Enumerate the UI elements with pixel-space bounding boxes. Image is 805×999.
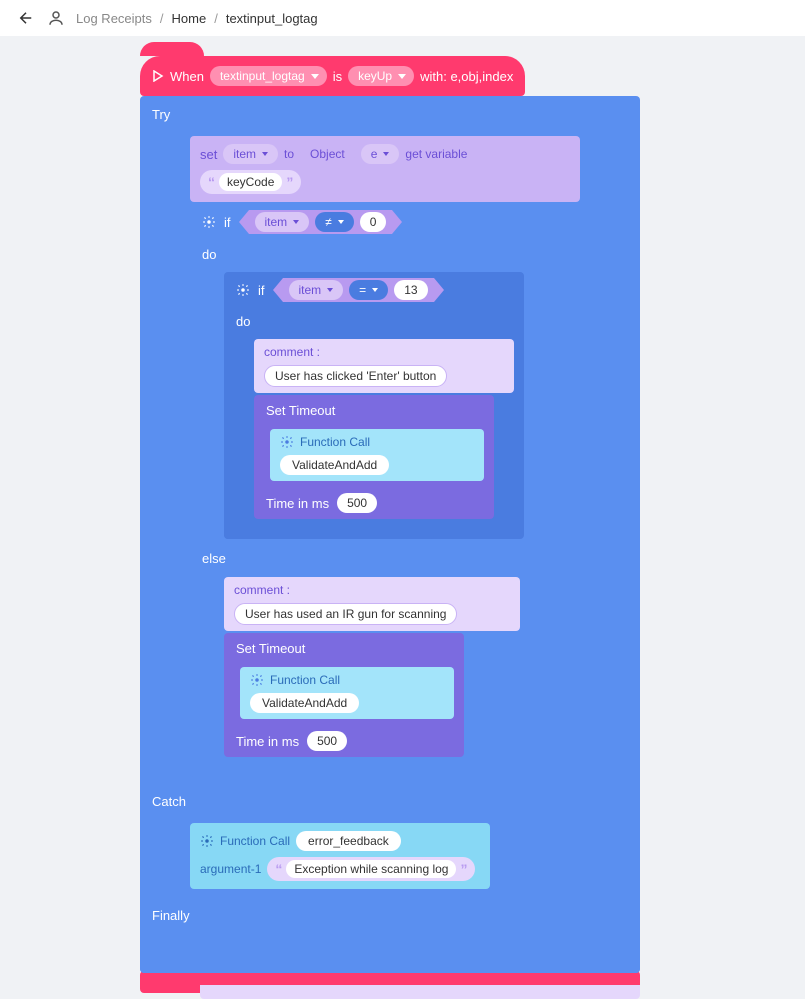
comment-label: comment : xyxy=(264,345,320,359)
time-in-ms-label: Time in ms xyxy=(236,734,299,749)
caret-down-icon xyxy=(338,220,344,224)
gear-icon[interactable] xyxy=(236,283,250,297)
comment-text[interactable]: User has clicked 'Enter' button xyxy=(264,365,447,387)
value-input[interactable]: 0 xyxy=(360,212,387,232)
item-dropdown[interactable]: item xyxy=(223,144,278,164)
set-block[interactable]: set item to Object e get variable “keyCo… xyxy=(190,136,580,202)
widget-dropdown[interactable]: textinput_logtag xyxy=(210,66,327,86)
item-dropdown[interactable]: item xyxy=(289,280,344,300)
set-timeout-label: Set Timeout xyxy=(266,403,335,418)
keycode-string[interactable]: “keyCode” xyxy=(200,170,301,194)
quote-icon: ” xyxy=(286,174,293,190)
if-label: if xyxy=(224,215,231,230)
function-call-block[interactable]: Function Call ValidateAndAdd xyxy=(240,667,454,719)
quote-icon: ” xyxy=(460,861,467,877)
gear-icon[interactable] xyxy=(200,834,214,848)
set-timeout-block[interactable]: Set Timeout Function Call ValidateAndAdd… xyxy=(224,633,464,757)
ms-input[interactable]: 500 xyxy=(337,493,377,513)
finally-label: Finally xyxy=(152,908,190,923)
gear-icon[interactable] xyxy=(250,673,264,687)
caret-down-icon xyxy=(327,288,333,292)
getvar-label: get variable xyxy=(405,147,467,161)
caret-down-icon xyxy=(311,74,319,79)
item-dropdown[interactable]: item xyxy=(255,212,310,232)
function-call-label: Function Call xyxy=(220,834,290,848)
shadow-block xyxy=(200,985,640,999)
set-label: set xyxy=(200,147,217,162)
try-block[interactable]: Try set item to Object e get variable “k… xyxy=(140,96,640,973)
if-block-inner[interactable]: if item = 13 do xyxy=(224,272,524,539)
comment-block[interactable]: comment : User has used an IR gun for sc… xyxy=(224,577,520,631)
function-call-label: Function Call xyxy=(270,673,340,687)
breadcrumb-current: textinput_logtag xyxy=(226,11,318,26)
quote-icon: “ xyxy=(275,861,282,877)
ms-input[interactable]: 500 xyxy=(307,731,347,751)
user-icon xyxy=(46,8,66,28)
function-name[interactable]: ValidateAndAdd xyxy=(280,455,389,475)
set-timeout-label: Set Timeout xyxy=(236,641,305,656)
object-label: Object xyxy=(300,144,355,164)
function-call-block[interactable]: Function Call ValidateAndAdd xyxy=(270,429,484,481)
play-icon xyxy=(152,70,164,82)
value-input[interactable]: 13 xyxy=(394,280,427,300)
comment-block[interactable]: comment : User has clicked 'Enter' butto… xyxy=(254,339,514,393)
time-in-ms-label: Time in ms xyxy=(266,496,329,511)
do-label: do xyxy=(236,314,250,329)
if-block[interactable]: if item ≠ 0 do if xyxy=(190,204,550,777)
else-label: else xyxy=(202,551,226,566)
caret-down-icon xyxy=(383,152,389,156)
header: Log Receipts / Home / textinput_logtag xyxy=(0,0,805,36)
function-call-label: Function Call xyxy=(300,435,370,449)
op-dropdown[interactable]: = xyxy=(349,280,388,300)
e-dropdown[interactable]: e xyxy=(361,144,400,164)
do-label: do xyxy=(202,247,216,262)
to-label: to xyxy=(284,147,294,161)
breadcrumb-sep: / xyxy=(160,11,164,26)
caret-down-icon xyxy=(372,288,378,292)
back-arrow-icon[interactable] xyxy=(16,8,36,28)
with-label: with: e,obj,index xyxy=(420,69,513,84)
try-label: Try xyxy=(152,107,170,122)
breadcrumb: Log Receipts / Home / textinput_logtag xyxy=(76,11,318,26)
catch-label: Catch xyxy=(152,794,186,809)
function-name[interactable]: ValidateAndAdd xyxy=(250,693,359,713)
argument-label: argument-1 xyxy=(200,862,261,876)
breadcrumb-home[interactable]: Home xyxy=(172,11,207,26)
op-dropdown[interactable]: ≠ xyxy=(315,212,354,232)
arg-string[interactable]: “Exception while scanning log” xyxy=(267,857,475,881)
gear-icon[interactable] xyxy=(280,435,294,449)
condition[interactable]: item = 13 xyxy=(273,278,444,302)
function-name[interactable]: error_feedback xyxy=(296,831,401,851)
event-dropdown[interactable]: keyUp xyxy=(348,66,414,86)
event-hat-block[interactable]: When textinput_logtag is keyUp with: e,o… xyxy=(140,56,525,96)
breadcrumb-app[interactable]: Log Receipts xyxy=(76,11,152,26)
caret-down-icon xyxy=(262,152,268,156)
quote-icon: “ xyxy=(208,174,215,190)
comment-label: comment : xyxy=(234,583,290,597)
caret-down-icon xyxy=(293,220,299,224)
canvas: When textinput_logtag is keyUp with: e,o… xyxy=(0,36,805,999)
if-label: if xyxy=(258,283,265,298)
caret-down-icon xyxy=(398,74,406,79)
is-label: is xyxy=(333,69,342,84)
when-label: When xyxy=(170,69,204,84)
comment-text[interactable]: User has used an IR gun for scanning xyxy=(234,603,457,625)
breadcrumb-sep: / xyxy=(214,11,218,26)
function-call-block[interactable]: Function Call error_feedback argument-1 … xyxy=(190,823,490,889)
set-timeout-block[interactable]: Set Timeout Function Call ValidateAndAdd xyxy=(254,395,494,519)
condition[interactable]: item ≠ 0 xyxy=(239,210,403,234)
gear-icon[interactable] xyxy=(202,215,216,229)
